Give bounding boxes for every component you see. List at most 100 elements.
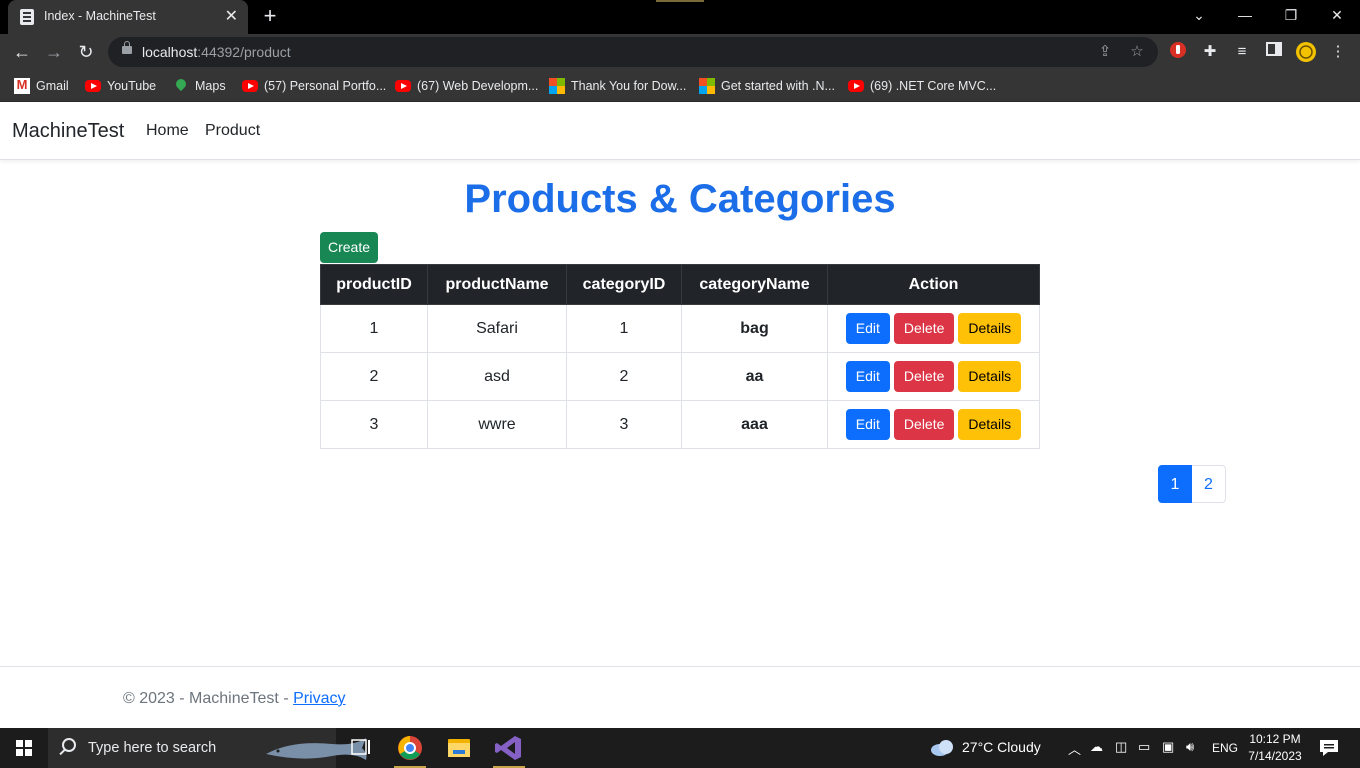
address-bar[interactable]: localhost:44392/product ⇪ ☆ [108,37,1158,67]
taskbar-clock[interactable]: 10:12 PM 7/14/2023 [1244,731,1306,765]
bookmark-youtube[interactable]: YouTube [85,76,156,96]
show-hidden-icons-icon[interactable]: ︿ [1068,739,1081,758]
search-icon [62,738,76,752]
bookmark-get-started[interactable]: Get started with .N... [699,76,835,96]
youtube-icon [242,80,258,92]
side-panel-icon[interactable] [1263,41,1285,63]
edit-button[interactable]: Edit [845,361,890,392]
notification-center-icon[interactable] [1318,737,1340,762]
share-icon[interactable]: ⇪ [1094,41,1116,63]
bookmark-net-core-mvc[interactable]: (69) .NET Core MVC... [848,76,996,96]
nav-home-link[interactable]: Home [146,122,189,140]
windows-start-icon[interactable] [16,740,32,756]
minimize-button[interactable]: — [1222,0,1268,30]
extensions-puzzle-icon[interactable]: ✚ [1199,41,1221,63]
tab-strip-accent [656,0,704,2]
category-name-cell: bag [681,304,828,353]
visual-studio-icon[interactable] [485,728,533,768]
weather-cloud-icon[interactable] [929,737,955,760]
battery-icon[interactable]: ▭ [1138,739,1150,755]
lock-icon[interactable] [122,41,132,54]
clock-time: 10:12 PM [1249,732,1301,746]
action-cell: Edit Delete Details [827,400,1040,449]
bookmarks-bar: Gmail YouTube Maps (57) Personal Portfo.… [0,70,1360,102]
delete-button[interactable]: Delete [893,361,955,392]
back-button[interactable]: ← [10,40,34,64]
url-text[interactable]: localhost:44392/product [142,44,291,60]
task-view-icon[interactable] [336,728,384,768]
search-placeholder: Type here to search [88,740,217,756]
language-indicator[interactable]: ENG [1212,741,1238,755]
forward-button[interactable]: → [42,40,66,64]
site-footer: © 2023 - MachineTest - Privacy [0,666,1360,728]
edit-button[interactable]: Edit [845,409,890,440]
nav-product-link[interactable]: Product [205,122,260,140]
table-header-row: productID productName categoryID categor… [320,264,1040,305]
action-cell: Edit Delete Details [827,352,1040,401]
action-cell: Edit Delete Details [827,304,1040,353]
delete-button[interactable]: Delete [893,313,955,344]
tab-close-icon[interactable]: ✕ [225,7,238,27]
file-explorer-icon[interactable] [435,728,483,768]
network-icon[interactable]: ▣ [1162,739,1174,755]
microsoft-icon [549,78,565,94]
page-1-link[interactable]: 1 [1158,465,1192,503]
page-title: Products & Categories [464,177,896,221]
reading-list-icon[interactable]: ≡ [1231,41,1253,63]
pagination: 1 2 [1158,465,1226,503]
product-name-cell: wwre [427,400,567,449]
restore-button[interactable]: ❐ [1268,0,1314,30]
microsoft-icon [699,78,715,94]
bookmark-personal-portfolio[interactable]: (57) Personal Portfo... [242,76,386,96]
privacy-link[interactable]: Privacy [293,690,345,707]
column-header: productID [320,264,428,305]
close-window-button[interactable]: ✕ [1314,0,1360,30]
gmail-icon [14,77,30,94]
column-header: categoryName [681,264,828,305]
product-id-cell: 2 [320,352,428,401]
extension-red-hand-icon[interactable] [1167,41,1189,63]
browser-toolbar: ← → ↻ localhost:44392/product ⇪ ☆ ✚ ≡ ⋮ [0,34,1360,70]
weather-text[interactable]: 27°C Cloudy [962,739,1041,755]
product-id-cell: 3 [320,400,428,449]
category-name-cell: aa [681,352,828,401]
table-row: 2 asd 2 aa Edit Delete Details [320,352,1040,401]
site-brand[interactable]: MachineTest [12,120,124,143]
product-name-cell: Safari [427,304,567,353]
products-table: productID productName categoryID categor… [320,264,1040,449]
chrome-taskbar-icon[interactable] [386,728,434,768]
volume-icon[interactable]: 🔊︎ [1186,739,1194,755]
browser-tab[interactable]: Index - MachineTest ✕ [8,0,248,34]
column-header: Action [827,264,1040,305]
details-button[interactable]: Details [958,313,1022,344]
windows-taskbar: Type here to search 27°C Cloudy ︿ ☁ ◫ ▭ … [0,728,1360,768]
footer-text: © 2023 - MachineTest - Privacy [123,690,346,707]
onedrive-icon[interactable]: ☁ [1090,739,1103,755]
delete-button[interactable]: Delete [893,409,955,440]
bookmark-thank-you[interactable]: Thank You for Dow... [549,76,686,96]
details-button[interactable]: Details [958,409,1022,440]
browser-tab-strip: Index - MachineTest ✕ + ⌄ — ❐ ✕ [0,0,1360,34]
bookmark-star-icon[interactable]: ☆ [1126,41,1148,63]
create-button[interactable]: Create [320,232,378,263]
profile-avatar[interactable] [1295,41,1317,63]
menu-kebab-icon[interactable]: ⋮ [1327,41,1349,63]
clock-date: 7/14/2023 [1248,749,1302,763]
tab-search-button[interactable]: ⌄ [1176,0,1222,30]
meet-now-icon[interactable]: ◫ [1115,739,1127,755]
taskbar-search-box[interactable]: Type here to search [48,728,367,768]
product-name-cell: asd [427,352,567,401]
column-header: categoryID [566,264,682,305]
product-id-cell: 1 [320,304,428,353]
bookmark-maps[interactable]: Maps [173,76,226,96]
edit-button[interactable]: Edit [845,313,890,344]
table-row: 1 Safari 1 bag Edit Delete Details [320,304,1040,353]
reload-button[interactable]: ↻ [74,40,98,64]
category-id-cell: 3 [566,400,682,449]
details-button[interactable]: Details [958,361,1022,392]
bookmark-web-development[interactable]: (67) Web Developm... [395,76,538,96]
page-2-link[interactable]: 2 [1192,465,1226,503]
category-id-cell: 2 [566,352,682,401]
new-tab-button[interactable]: + [258,4,282,28]
bookmark-gmail[interactable]: Gmail [14,76,69,96]
